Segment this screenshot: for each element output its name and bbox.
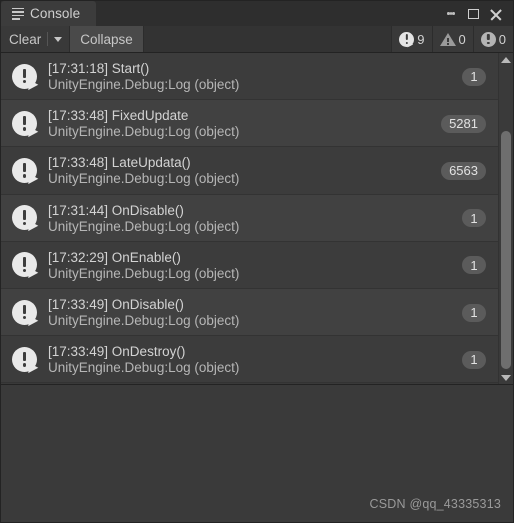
kebab-menu-icon[interactable]: [441, 4, 461, 24]
message-counters: 9 0 0: [392, 26, 513, 52]
log-bubble-icon: [11, 110, 39, 139]
console-log-row[interactable]: [17:31:18] Start() UnityEngine.Debug:Log …: [1, 53, 498, 101]
console-log-text: [17:33:48] LateUpdata() UnityEngine.Debug…: [48, 155, 441, 186]
chevron-down-icon: [54, 36, 63, 42]
console-log-count-badge: 1: [462, 256, 486, 275]
maximize-icon[interactable]: [463, 4, 483, 24]
log-count-toggle[interactable]: 9: [392, 26, 433, 52]
console-log-row[interactable]: [17:32:29] OnEnable() UnityEngine.Debug:L…: [1, 241, 498, 290]
log-bubble-icon: [11, 63, 39, 92]
log-bubble-icon: [11, 251, 39, 281]
window-tabbar: Console: [1, 1, 513, 26]
console-log-text: [17:31:18] Start() UnityEngine.Debug:Log …: [48, 61, 462, 92]
warning-triangle-icon: [439, 32, 456, 47]
tabbar-spacer: [96, 1, 441, 26]
console-log-text: [17:33:49] OnDisable() UnityEngine.Debug:…: [48, 297, 462, 328]
console-log-row[interactable]: [17:31:44] OnDisable() UnityEngine.Debug:…: [1, 194, 498, 242]
console-lines-icon: [12, 7, 24, 20]
error-count-value: 0: [498, 31, 506, 47]
console-log-text: [17:31:44] OnDisable() UnityEngine.Debug:…: [48, 203, 462, 234]
console-log-stacktrace: UnityEngine.Debug:Log (object): [48, 265, 240, 281]
toolbar-separator: [47, 32, 49, 46]
console-log-count-badge: 1: [462, 350, 486, 369]
console-log-count-badge: 1: [462, 209, 486, 228]
warning-count-value: 0: [458, 31, 466, 47]
console-log-row[interactable]: [17:33:49] OnDisable() UnityEngine.Debug:…: [1, 288, 498, 337]
log-bubble-icon: [399, 31, 415, 48]
scroll-down-arrow-icon[interactable]: [499, 371, 513, 384]
log-bubble-icon: [11, 157, 39, 186]
console-log-message: [17:33:48] FixedUpdate: [48, 108, 189, 124]
log-bubble-icon: [11, 299, 39, 328]
console-log-stacktrace: UnityEngine.Debug:Log (object): [48, 171, 240, 187]
console-log-text: [17:33:49] OnDestroy() UnityEngine.Debug:…: [48, 344, 462, 375]
console-log-stacktrace: UnityEngine.Debug:Log (object): [48, 360, 240, 376]
search-input[interactable]: [143, 26, 393, 52]
console-log-message: [17:31:44] OnDisable(): [48, 202, 184, 218]
console-log-row[interactable]: [17:33:48] FixedUpdate UnityEngine.Debug:…: [1, 100, 498, 148]
scroll-up-arrow-icon[interactable]: [499, 53, 513, 66]
console-log-text: [17:32:29] OnEnable() UnityEngine.Debug:L…: [48, 250, 462, 281]
console-log-message: [17:33:49] OnDisable(): [48, 297, 184, 313]
console-log-message: [17:33:48] LateUpdata(): [48, 155, 191, 171]
console-log-message: [17:31:18] Start(): [48, 61, 150, 77]
console-log-count-badge: 1: [462, 67, 486, 86]
console-log-count-badge: 5281: [441, 114, 486, 133]
collapse-toggle[interactable]: Collapse: [70, 26, 144, 52]
console-log-row[interactable]: [17:33:49] OnDestroy() UnityEngine.Debug:…: [1, 336, 498, 384]
clear-dropdown-button[interactable]: [43, 26, 71, 52]
window-controls: [441, 1, 513, 26]
console-log-stacktrace: UnityEngine.Debug:Log (object): [48, 218, 240, 234]
tab-console[interactable]: Console: [1, 1, 97, 26]
close-icon[interactable]: [485, 4, 505, 24]
console-log-count-badge: 6563: [441, 161, 486, 180]
tab-console-label: Console: [30, 6, 81, 21]
console-log-stacktrace: UnityEngine.Debug:Log (object): [48, 124, 240, 140]
console-scrollbar[interactable]: [498, 53, 513, 384]
log-count-value: 9: [417, 31, 425, 47]
console-log-stacktrace: UnityEngine.Debug:Log (object): [48, 77, 240, 93]
console-toolbar: Clear Collapse 9 0 0: [1, 26, 513, 53]
error-count-toggle[interactable]: 0: [473, 26, 513, 52]
clear-button[interactable]: Clear: [1, 26, 44, 52]
console-log-row[interactable]: [17:33:48] LateUpdata() UnityEngine.Debug…: [1, 147, 498, 195]
error-circle-icon: [480, 31, 496, 47]
console-list-area: [17:31:18] Start() UnityEngine.Debug:Log …: [1, 53, 513, 385]
console-log-count-badge: 1: [462, 303, 486, 322]
watermark-label: CSDN @qq_43335313: [369, 497, 501, 511]
warning-count-toggle[interactable]: 0: [432, 26, 474, 52]
console-log-message: [17:33:49] OnDestroy(): [48, 344, 186, 360]
console-detail-pane[interactable]: CSDN @qq_43335313: [1, 385, 513, 522]
console-log-text: [17:33:48] FixedUpdate UnityEngine.Debug:…: [48, 108, 441, 139]
console-log-message: [17:32:29] OnEnable(): [48, 249, 181, 265]
scrollbar-thumb[interactable]: [501, 131, 511, 369]
console-log-stacktrace: UnityEngine.Debug:Log (object): [48, 313, 240, 329]
log-bubble-icon: [11, 204, 39, 233]
unity-console-window: Console Clear Collapse 9 0 0 [17:31:18] …: [0, 0, 514, 523]
log-bubble-icon: [11, 346, 39, 375]
console-log-list: [17:31:18] Start() UnityEngine.Debug:Log …: [1, 53, 498, 384]
